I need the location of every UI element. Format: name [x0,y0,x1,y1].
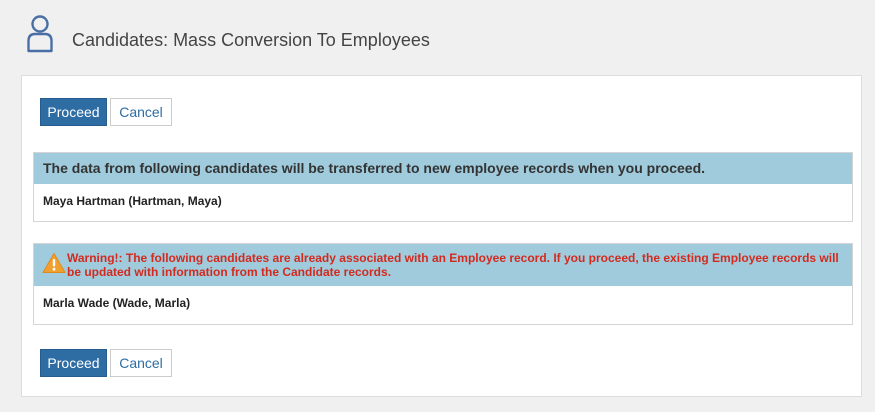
candidate-item: Maya Hartman (Hartman, Maya) [43,194,222,208]
transfer-message: The data from following candidates will … [43,160,706,176]
warning-message: Warning!: The following candidates are a… [67,251,839,279]
warning-icon [42,253,66,273]
proceed-button-bottom[interactable]: Proceed [40,349,107,377]
page-title: Candidates: Mass Conversion To Employees [72,30,430,50]
warning-section: Warning!: The following candidates are a… [33,243,853,325]
candidate-item: Marla Wade (Wade, Marla) [43,296,191,310]
cancel-button-top[interactable]: Cancel [110,98,172,126]
transfer-section: The data from following candidates will … [33,152,853,222]
user-icon [27,15,53,53]
conversion-panel: Proceed Cancel The data from following c… [21,75,862,397]
transfer-section-header: The data from following candidates will … [34,153,852,184]
page-header: Candidates: Mass Conversion To Employees [0,0,875,75]
proceed-button-top[interactable]: Proceed [40,98,107,126]
warning-section-header: Warning!: The following candidates are a… [34,244,852,286]
cancel-button-bottom[interactable]: Cancel [110,349,172,377]
